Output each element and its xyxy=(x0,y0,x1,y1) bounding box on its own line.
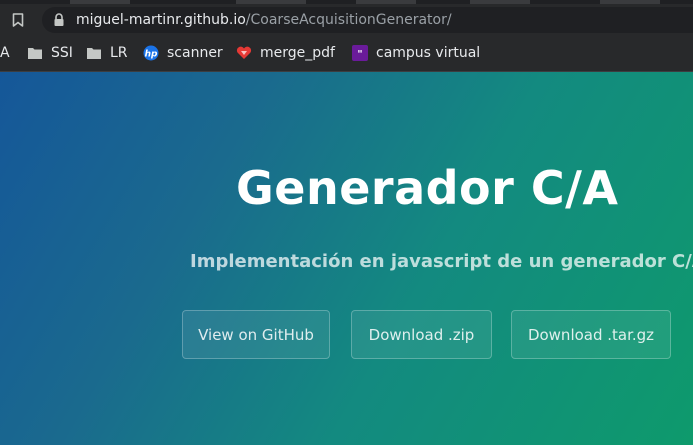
heart-icon xyxy=(236,45,252,61)
bookmark-ssi[interactable]: SSI xyxy=(27,44,73,62)
bookmark-lr[interactable]: LR xyxy=(86,44,128,62)
download-zip-button[interactable]: Download .zip xyxy=(351,310,492,359)
bookmark-scanner[interactable]: hp scanner xyxy=(143,44,223,62)
bookmark-merge-pdf[interactable]: merge_pdf xyxy=(236,44,335,62)
campus-logo-icon: " xyxy=(352,45,368,61)
address-bar[interactable]: miguel-martinr.github.io/CoarseAcquisiti… xyxy=(42,7,693,33)
url-host: miguel-martinr.github.io xyxy=(76,12,246,28)
bookmark-label: LR xyxy=(110,45,128,61)
bookmark-label: merge_pdf xyxy=(260,45,335,61)
folder-icon xyxy=(86,45,102,61)
bookmark-label: A xyxy=(0,45,10,61)
folder-icon xyxy=(27,45,43,61)
bookmark-page-icon[interactable] xyxy=(10,11,26,29)
browser-chrome: miguel-martinr.github.io/CoarseAcquisiti… xyxy=(0,0,693,72)
bookmark-label: scanner xyxy=(167,45,223,61)
svg-text:": " xyxy=(357,49,362,60)
download-tar-gz-button[interactable]: Download .tar.gz xyxy=(511,310,671,359)
bookmark-campus-virtual[interactable]: " campus virtual xyxy=(352,44,480,62)
view-on-github-button[interactable]: View on GitHub xyxy=(182,310,330,359)
bookmark-label: campus virtual xyxy=(376,45,481,61)
page-title: Generador C/A xyxy=(236,161,619,215)
url-text[interactable]: miguel-martinr.github.io/CoarseAcquisiti… xyxy=(76,11,452,29)
lock-icon[interactable] xyxy=(52,12,66,28)
bookmark-a[interactable]: A xyxy=(0,44,10,62)
project-tagline: Implementación en javascript de un gener… xyxy=(190,251,693,272)
bookmarks-bar: A SSI LR hp scanner merge_pdf " campus v… xyxy=(0,38,693,68)
url-path: /CoarseAcquisitionGenerator/ xyxy=(245,12,452,28)
tab-strip xyxy=(0,0,693,4)
project-header: Generador C/A Implementación en javascri… xyxy=(0,72,693,445)
svg-text:hp: hp xyxy=(145,50,158,60)
bookmark-label: SSI xyxy=(51,45,73,61)
hp-logo-icon: hp xyxy=(143,45,159,61)
